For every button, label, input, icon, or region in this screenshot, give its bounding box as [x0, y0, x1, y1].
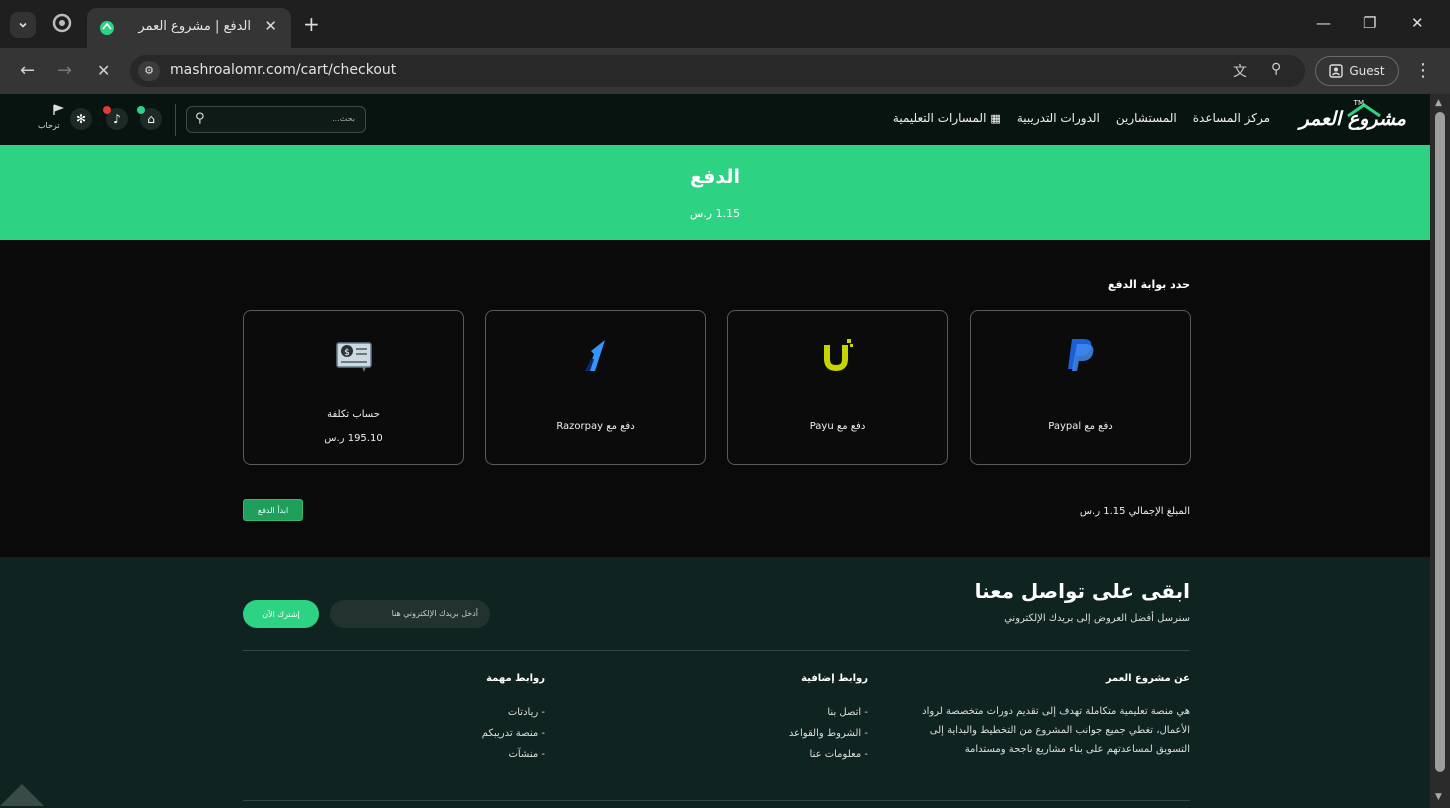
page-title: الدفع	[689, 166, 741, 188]
gateway-label: حساب تكلفة	[327, 409, 380, 420]
scroll-up-arrow-icon[interactable]: ▲	[1435, 98, 1442, 108]
footer-important-links: روابط مهمة - ريادتات - منصة تدريبكم - من…	[482, 673, 545, 765]
flag-icon	[53, 104, 64, 115]
email-placeholder: أدخل بريدك الإلكتروني هنا	[391, 609, 478, 618]
scroll-top-button[interactable]	[0, 784, 44, 806]
gateway-card-razorpay[interactable]: دفع مع Razorpay	[485, 310, 706, 465]
checkout-section: حدد بوابة الدفع دفع مع Paypal دفع مع Pay…	[0, 240, 1430, 557]
logo-text: مشروع العمر	[1299, 108, 1406, 130]
footer-link-about[interactable]: - معلومات عنا	[789, 744, 868, 765]
page-scrollbar[interactable]: ▲ ▼	[1430, 94, 1450, 808]
footer-link-contact[interactable]: - اتصل بنا	[789, 702, 868, 723]
footer-about: عن مشروع العمر هي منصة تعليمية متكاملة ت…	[910, 673, 1190, 759]
browser-menu-icon[interactable]: ⋮	[1414, 60, 1432, 81]
site-favicon-icon	[100, 21, 114, 35]
search-input[interactable]: ⚲ بحث...	[186, 106, 366, 133]
translate-icon[interactable]: 文	[1233, 61, 1247, 81]
zoom-icon[interactable]: ⚲	[1271, 61, 1281, 77]
gateway-sub-amount: 195.10 ر.س	[324, 433, 383, 444]
footer-link-monshaat[interactable]: - منشآت	[482, 744, 545, 765]
footer-important-title: روابط مهمة	[486, 673, 545, 684]
tab-close-icon[interactable]: ✕	[264, 17, 277, 35]
cart-badge	[137, 106, 145, 114]
checkout-hero: الدفع 1.15 ر.س	[0, 145, 1430, 240]
start-payment-button[interactable]: ابدأ الدفع	[243, 499, 303, 521]
footer-subtitle: سنرسل أفضل العروض إلى بريدك الإلكتروني	[1004, 613, 1190, 624]
subscribe-button[interactable]: إشترك الآن	[243, 600, 319, 628]
gateway-label: دفع مع Payu	[809, 421, 866, 432]
notification-badge	[103, 106, 111, 114]
settings-button[interactable]: ✻	[70, 108, 92, 130]
stop-reload-button[interactable]: ✕	[97, 61, 110, 80]
footer-bottom-divider	[243, 800, 1190, 801]
gateway-section-title: حدد بوابة الدفع	[1107, 278, 1190, 291]
nav-item-consultants[interactable]: المستشارين	[1116, 111, 1177, 125]
logo-trademark: TM	[1353, 99, 1364, 107]
nav-item-courses[interactable]: الدورات التدريبية	[1017, 111, 1100, 125]
site-info-icon[interactable]: ⚙	[138, 61, 160, 81]
cheque-icon: $	[335, 342, 372, 372]
footer-link-riyadat[interactable]: - ريادتات	[482, 702, 545, 723]
footer-link-platform[interactable]: - منصة تدريبكم	[482, 723, 545, 744]
footer-links: روابط إضافية - اتصل بنا - الشروط والقواع…	[789, 673, 868, 765]
gateway-label: دفع مع Paypal	[1048, 421, 1113, 432]
address-bar[interactable]: ⚙ mashroalomr.com/cart/checkout 文 ⚲	[130, 55, 1305, 87]
newsletter-email-input[interactable]: أدخل بريدك الإلكتروني هنا	[330, 600, 490, 628]
total-amount: المبلغ الإجمالي 1.15 ر.س	[1079, 506, 1190, 517]
scroll-thumb[interactable]	[1435, 112, 1445, 772]
tab-search-button[interactable]	[10, 12, 36, 38]
nav-item-help-center[interactable]: مركز المساعدة	[1193, 111, 1270, 125]
gateway-card-paypal[interactable]: دفع مع Paypal	[970, 310, 1191, 465]
gear-icon: ✻	[75, 112, 87, 126]
tab-title: الدفع | مشروع العمر	[138, 19, 251, 34]
page-content: مشروع العمر TM ▦المسارات التعليمية الدور…	[0, 94, 1430, 808]
paypal-icon	[1067, 339, 1093, 371]
grid-icon: ▦	[990, 112, 1001, 125]
browser-logo-icon	[52, 13, 72, 33]
nav-item-learning-paths[interactable]: ▦المسارات التعليمية	[893, 111, 1001, 125]
site-footer: ابقى على تواصل معنا سنرسل أفضل العروض إل…	[0, 557, 1430, 808]
new-tab-button[interactable]: +	[303, 12, 320, 36]
footer-about-title: عن مشروع العمر	[1105, 673, 1190, 684]
main-nav: ▦المسارات التعليمية الدورات التدريبية ال…	[893, 111, 1270, 125]
browser-tab-active[interactable]: الدفع | مشروع العمر ✕	[87, 8, 291, 48]
close-window-button[interactable]: ✕	[1411, 14, 1424, 32]
minimize-button[interactable]: —	[1316, 14, 1331, 32]
gateway-card-cheque[interactable]: $ حساب تكلفة 195.10 ر.س	[243, 310, 464, 465]
notifications-button[interactable]: ♪	[103, 106, 128, 130]
browser-tab-bar: الدفع | مشروع العمر ✕ + — ❐ ✕	[0, 0, 1450, 48]
back-button[interactable]: ←	[20, 60, 35, 81]
guest-label: Guest	[1349, 64, 1385, 78]
gateway-card-payu[interactable]: دفع مع Payu	[727, 310, 948, 465]
profile-guest-button[interactable]: Guest	[1315, 56, 1399, 86]
gateway-label: دفع مع Razorpay	[556, 421, 635, 432]
chevron-down-icon	[19, 22, 27, 28]
url-text[interactable]: mashroalomr.com/cart/checkout	[170, 62, 396, 78]
footer-divider	[243, 650, 1190, 651]
footer-link-terms[interactable]: - الشروط والقواعد	[789, 723, 868, 744]
cart-button[interactable]: ⌂	[137, 106, 162, 130]
footer-links-title: روابط إضافية	[801, 673, 868, 684]
payu-icon	[823, 339, 853, 372]
browser-toolbar: ← → ✕ ⚙ mashroalomr.com/cart/checkout 文 …	[0, 48, 1450, 94]
footer-about-text: هي منصة تعليمية متكاملة تهدف إلى تقديم د…	[922, 706, 1190, 755]
forward-button[interactable]: →	[57, 60, 72, 81]
user-label: ترحاب	[38, 121, 60, 130]
search-icon: ⚲	[195, 111, 205, 126]
scroll-down-arrow-icon[interactable]: ▼	[1435, 792, 1442, 802]
hero-amount: 1.15 ر.س	[689, 207, 741, 220]
footer-title: ابقى على تواصل معنا	[974, 579, 1190, 603]
search-placeholder: بحث...	[332, 114, 355, 123]
site-header: مشروع العمر TM ▦المسارات التعليمية الدور…	[0, 94, 1430, 145]
razorpay-icon	[584, 340, 605, 371]
header-divider	[175, 104, 176, 136]
user-menu[interactable]	[40, 104, 68, 136]
restore-button[interactable]: ❐	[1363, 14, 1376, 32]
profile-icon	[1329, 64, 1344, 78]
bell-icon: ♪	[113, 112, 121, 126]
cart-icon: ⌂	[147, 112, 155, 126]
svg-text:$: $	[344, 348, 350, 358]
